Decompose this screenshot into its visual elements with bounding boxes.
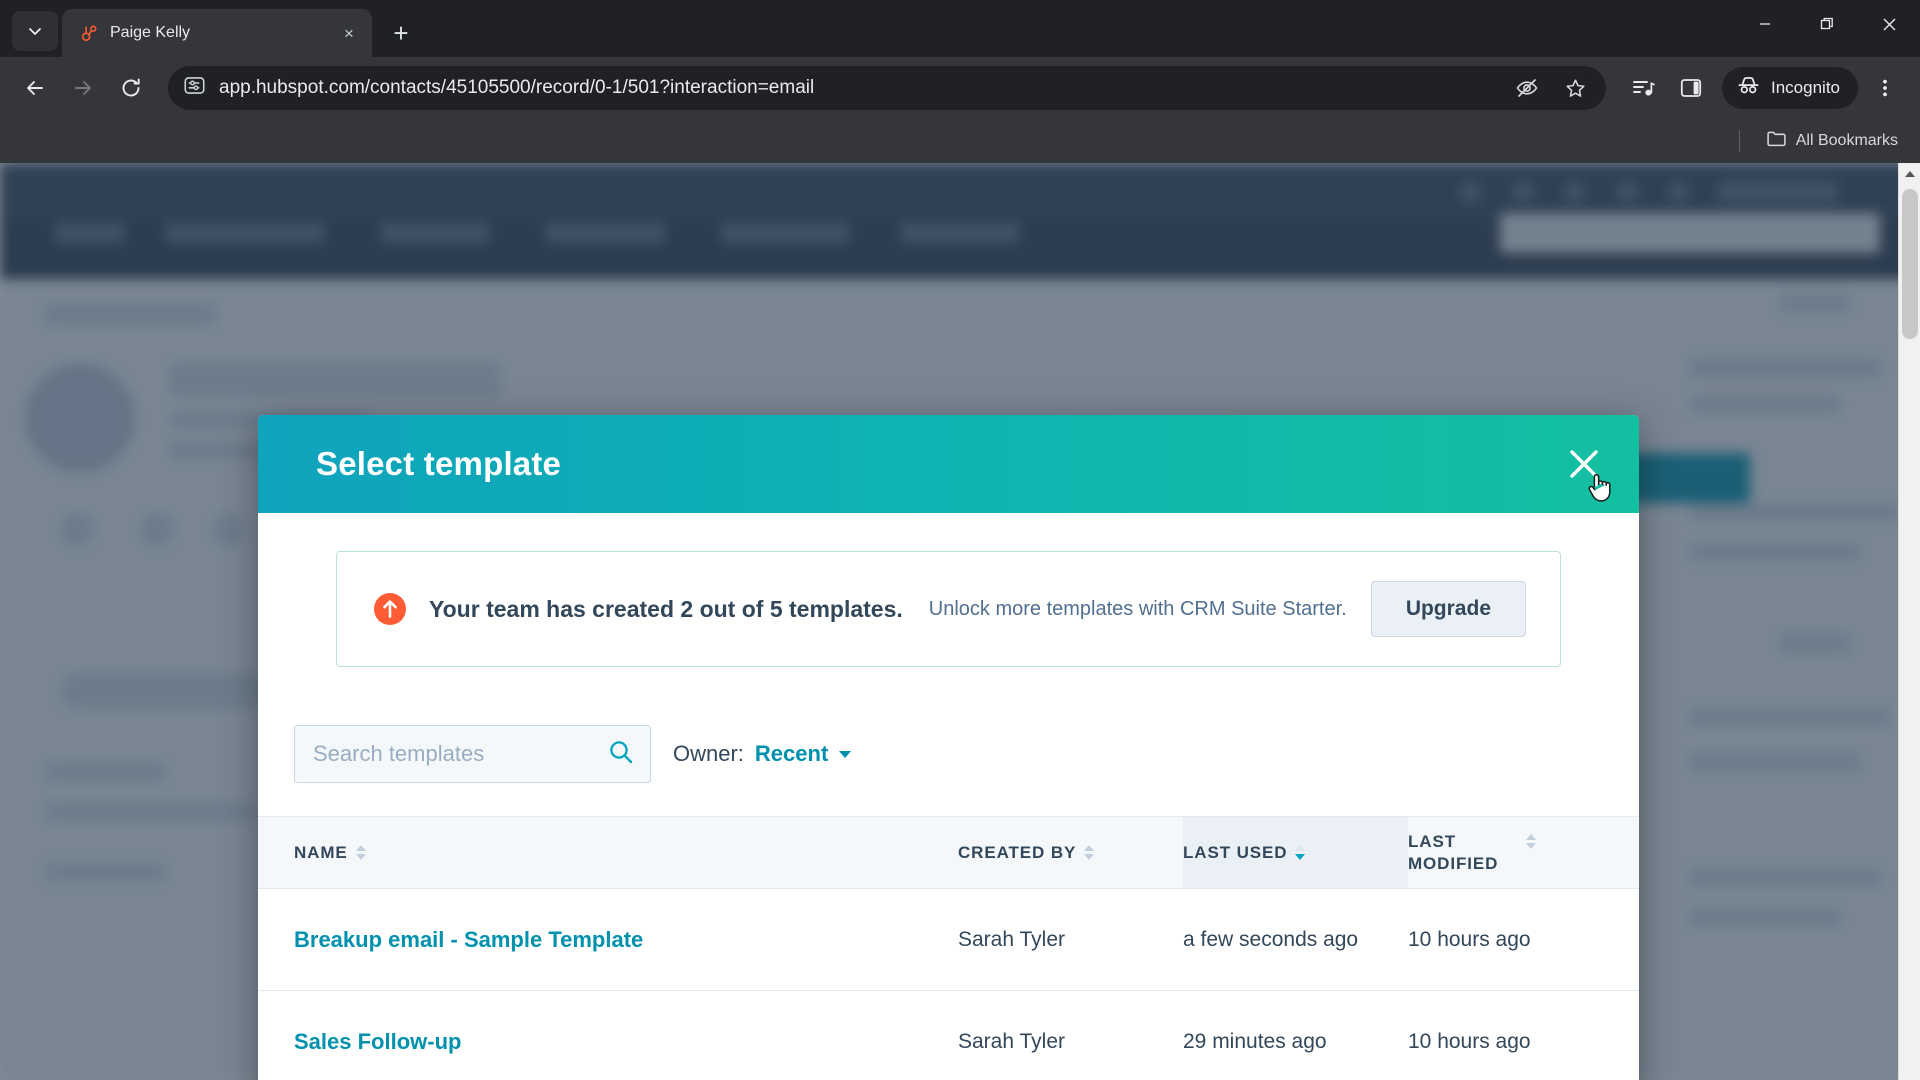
browser-toolbar: app.hubspot.com/contacts/45105500/record… — [0, 57, 1920, 119]
template-link[interactable]: Sales Follow-up — [294, 1029, 461, 1054]
sort-icon[interactable] — [1084, 844, 1095, 860]
maximize-restore-button[interactable] — [1796, 0, 1858, 48]
column-header-last-used[interactable]: LAST USED — [1183, 816, 1408, 889]
column-header-last-modified[interactable]: LAST MODIFIED — [1408, 816, 1639, 889]
bookmarks-divider — [1738, 130, 1740, 152]
scrollbar-up-arrow[interactable] — [1899, 163, 1920, 185]
owner-filter[interactable]: Owner: Recent — [673, 741, 852, 767]
upgrade-arrow-icon — [373, 592, 407, 626]
column-label: LAST USED — [1183, 842, 1288, 862]
templates-table: NAME CREATED BY LAST USED LAST MODIFIED … — [258, 816, 1639, 1080]
browser-window: Paige Kelly × + app.hubspot.com/contacts… — [0, 0, 1920, 1080]
template-name-cell[interactable]: Sales Follow-up — [258, 990, 958, 1080]
page-scrollbar[interactable] — [1898, 163, 1920, 1080]
table-header-row: NAME CREATED BY LAST USED LAST MODIFIED — [258, 816, 1639, 889]
all-bookmarks-label: All Bookmarks — [1795, 132, 1898, 149]
three-dot-menu-icon[interactable] — [1864, 67, 1906, 109]
column-header-created-by[interactable]: CREATED BY — [958, 816, 1183, 889]
last-used-cell: 29 minutes ago — [1183, 990, 1408, 1080]
restore-icon — [1820, 17, 1833, 29]
window-close-button[interactable] — [1858, 0, 1920, 48]
page-viewport: Select template Your team has created 2 … — [0, 163, 1920, 1080]
created-by-cell: Sarah Tyler — [958, 888, 1183, 991]
window-controls — [1734, 0, 1920, 48]
page-settings-icon[interactable] — [184, 75, 205, 101]
tab-search-button[interactable] — [12, 11, 58, 51]
column-label: LAST MODIFIED — [1408, 832, 1499, 873]
upgrade-banner-subtext: Unlock more templates with CRM Suite Sta… — [928, 597, 1347, 620]
last-modified-cell: 10 hours ago — [1408, 990, 1639, 1080]
browser-tab[interactable]: Paige Kelly × — [62, 9, 372, 57]
templates-table-body: Breakup email - Sample Template Sarah Ty… — [258, 888, 1639, 1080]
column-label: CREATED BY — [958, 842, 1077, 862]
template-filters: Owner: Recent — [258, 667, 1639, 783]
last-used-cell: a few seconds ago — [1183, 888, 1408, 991]
eye-slash-icon[interactable] — [1510, 71, 1544, 105]
upgrade-banner-headline: Your team has created 2 out of 5 templat… — [429, 595, 903, 622]
reload-icon — [122, 78, 140, 97]
bookmarks-bar: All Bookmarks — [0, 119, 1920, 163]
side-panel-icon[interactable] — [1670, 67, 1712, 109]
incognito-label: Incognito — [1771, 78, 1840, 97]
media-controls-icon[interactable] — [1622, 67, 1664, 109]
owner-filter-value[interactable]: Recent — [755, 741, 828, 767]
sort-icon[interactable] — [1526, 834, 1536, 850]
minimize-button[interactable] — [1734, 0, 1796, 48]
back-button[interactable] — [14, 67, 56, 109]
incognito-hat-icon — [1736, 73, 1761, 103]
tab-strip: Paige Kelly × + — [0, 0, 1920, 57]
back-arrow-icon — [27, 81, 43, 95]
modal-title: Select template — [316, 445, 562, 482]
modal-close-button[interactable] — [1551, 431, 1617, 497]
sort-icon-active[interactable] — [1295, 844, 1306, 860]
all-bookmarks-button[interactable]: All Bookmarks — [1758, 124, 1906, 158]
template-name-cell[interactable]: Breakup email - Sample Template — [258, 888, 958, 991]
tab-close-button[interactable]: × — [336, 20, 362, 46]
folder-icon — [1766, 128, 1787, 154]
modal-header: Select template — [258, 415, 1639, 513]
search-icon[interactable] — [608, 739, 634, 770]
reload-button[interactable] — [110, 67, 152, 109]
column-header-name[interactable]: NAME — [258, 816, 958, 889]
templates-table-head: NAME CREATED BY LAST USED LAST MODIFIED — [258, 816, 1639, 889]
select-template-modal: Select template Your team has created 2 … — [258, 415, 1639, 1080]
search-templates-field[interactable] — [294, 725, 651, 783]
column-label: NAME — [294, 842, 348, 862]
bookmark-star-icon[interactable] — [1558, 71, 1592, 105]
owner-filter-label: Owner: — [673, 741, 744, 766]
upgrade-banner: Your team has created 2 out of 5 templat… — [336, 551, 1561, 667]
chevron-down-icon[interactable] — [839, 750, 852, 758]
tab-title: Paige Kelly — [110, 24, 191, 41]
scrollbar-thumb[interactable] — [1902, 189, 1918, 339]
incognito-indicator[interactable]: Incognito — [1722, 67, 1858, 109]
close-icon — [1570, 450, 1598, 478]
hubspot-sprocket-icon — [78, 23, 98, 43]
search-input[interactable] — [313, 741, 608, 767]
forward-button[interactable] — [62, 67, 104, 109]
table-row[interactable]: Sales Follow-up Sarah Tyler 29 minutes a… — [258, 990, 1639, 1080]
modal-body: Your team has created 2 out of 5 templat… — [258, 513, 1639, 1080]
upgrade-button[interactable]: Upgrade — [1370, 581, 1526, 637]
sort-icon[interactable] — [355, 844, 366, 860]
created-by-cell: Sarah Tyler — [958, 990, 1183, 1080]
address-bar-url: app.hubspot.com/contacts/45105500/record… — [219, 77, 815, 98]
new-tab-button[interactable]: + — [382, 14, 420, 52]
address-bar[interactable]: app.hubspot.com/contacts/45105500/record… — [168, 66, 1606, 110]
forward-arrow-icon — [75, 81, 91, 95]
chevron-down-icon — [29, 28, 41, 35]
table-row[interactable]: Breakup email - Sample Template Sarah Ty… — [258, 888, 1639, 991]
template-link[interactable]: Breakup email - Sample Template — [294, 927, 643, 952]
last-modified-cell: 10 hours ago — [1408, 888, 1639, 991]
